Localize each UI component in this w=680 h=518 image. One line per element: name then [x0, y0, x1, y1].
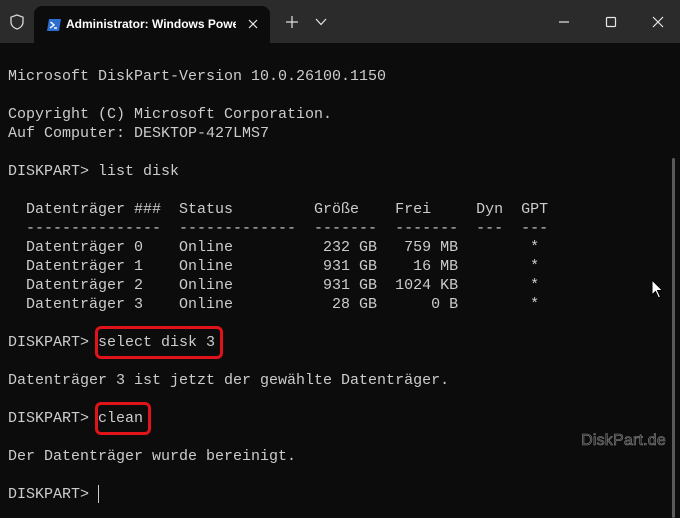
terminal-line: Datenträger 2 Online 931 GB 1024 KB *: [8, 277, 540, 294]
close-icon[interactable]: [244, 15, 262, 33]
terminal-line: Datenträger ### Status Größe Frei Dyn GP…: [8, 201, 549, 218]
chevron-down-icon[interactable]: [314, 16, 328, 28]
highlight-select-disk: [95, 326, 223, 359]
terminal-line: Microsoft DiskPart-Version 10.0.26100.11…: [8, 68, 387, 85]
terminal-line: Auf Computer: DESKTOP-427LMS7: [8, 125, 270, 142]
terminal-line: --------------- ------------- ------- --…: [8, 220, 549, 237]
maximize-icon[interactable]: [601, 12, 621, 32]
shield-icon: [10, 14, 24, 30]
terminal-line: Der Datenträger wurde bereinigt.: [8, 448, 297, 465]
terminal-line: Datenträger 0 Online 232 GB 759 MB *: [8, 239, 540, 256]
plus-icon[interactable]: [284, 14, 300, 30]
scrollbar[interactable]: [672, 158, 675, 518]
mouse-pointer-icon: [651, 279, 664, 299]
terminal-line: DISKPART> list disk: [8, 163, 180, 180]
terminal-line: Datenträger 1 Online 931 GB 16 MB *: [8, 258, 540, 275]
terminal-prompt[interactable]: DISKPART>: [8, 485, 98, 504]
minimize-icon[interactable]: [554, 12, 574, 32]
terminal-output[interactable]: Microsoft DiskPart-Version 10.0.26100.11…: [0, 43, 680, 518]
highlight-clean: [95, 402, 151, 435]
tab-title: Administrator: Windows PowerShell: [66, 17, 236, 31]
close-icon[interactable]: [648, 12, 668, 32]
title-bar[interactable]: Administrator: Windows PowerShell: [0, 0, 680, 43]
text-cursor: [98, 485, 99, 503]
terminal-line: Datenträger 3 ist jetzt der gewählte Dat…: [8, 372, 450, 389]
watermark: DiskPart.de: [581, 432, 666, 450]
terminal-line: Copyright (C) Microsoft Corporation.: [8, 106, 333, 123]
powershell-icon: [47, 19, 61, 31]
tab-powershell[interactable]: Administrator: Windows PowerShell: [34, 6, 270, 43]
terminal-line: Datenträger 3 Online 28 GB 0 B *: [8, 296, 540, 313]
